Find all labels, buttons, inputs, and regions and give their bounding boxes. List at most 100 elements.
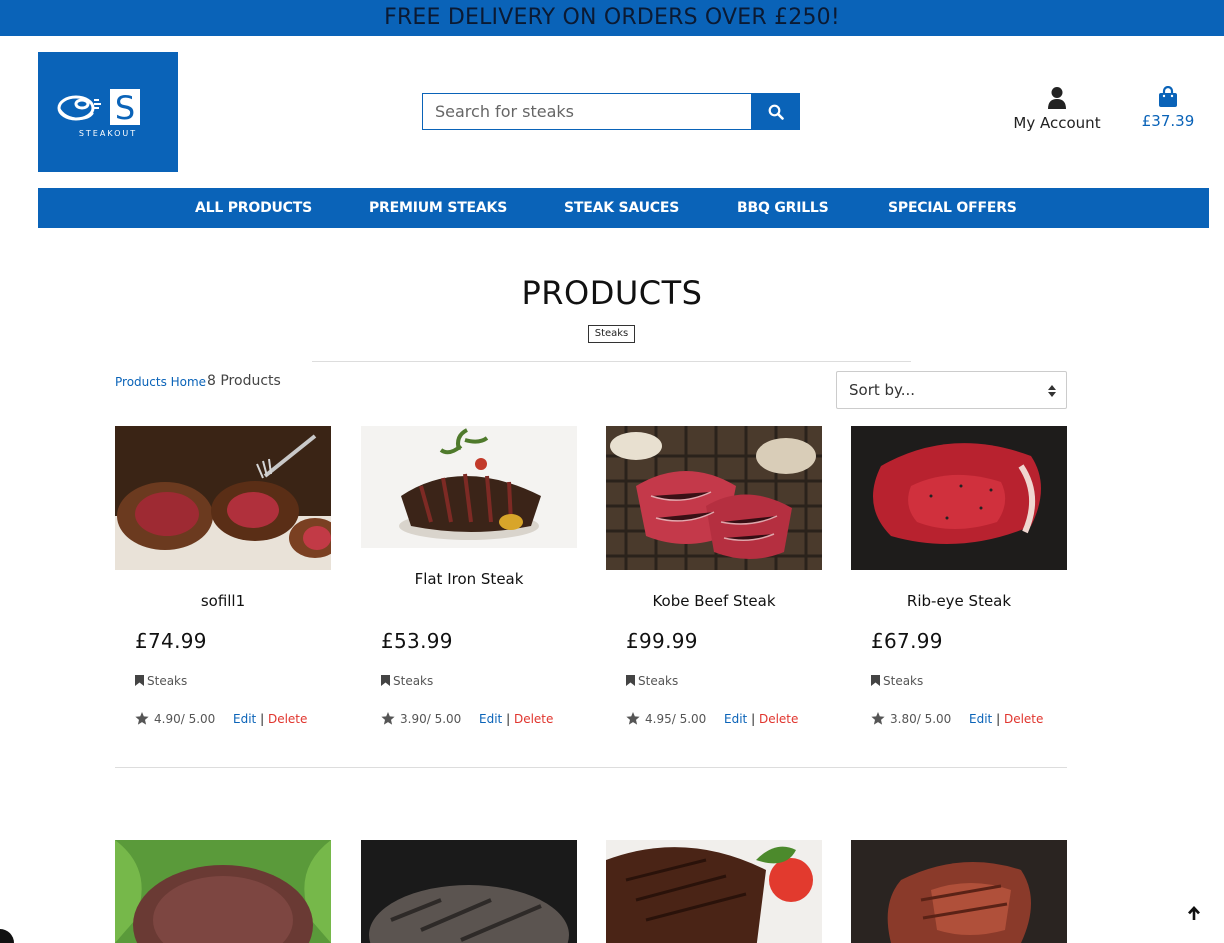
- product-actions: Edit | Delete: [479, 712, 553, 726]
- star-icon: [871, 712, 885, 725]
- product-rating: 3.90/ 5.00: [381, 712, 461, 726]
- search-input[interactable]: [422, 93, 752, 130]
- corner-decoration: [0, 929, 14, 943]
- product-image-graphic: [361, 426, 577, 548]
- nav-premium-steaks[interactable]: PREMIUM STEAKS: [369, 188, 507, 228]
- edit-link[interactable]: Edit: [969, 712, 992, 726]
- nav-special-offers[interactable]: SPECIAL OFFERS: [888, 188, 1017, 228]
- product-card: [115, 840, 331, 943]
- product-name[interactable]: Kobe Beef Steak: [606, 592, 822, 610]
- edit-link[interactable]: Edit: [479, 712, 502, 726]
- product-price: £67.99: [871, 629, 943, 653]
- bookmark-icon: [381, 675, 390, 686]
- product-category-label: Steaks: [883, 674, 924, 688]
- product-category-label: Steaks: [638, 674, 679, 688]
- steak-logo-icon: S: [57, 89, 140, 127]
- my-account-label: My Account: [1013, 114, 1101, 132]
- star-icon: [381, 712, 395, 725]
- product-count: 8 Products: [207, 373, 281, 389]
- sort-select[interactable]: Sort by...: [836, 371, 1067, 409]
- product-category[interactable]: Steaks: [381, 674, 433, 688]
- product-actions: Edit | Delete: [969, 712, 1043, 726]
- product-image-graphic: [115, 840, 331, 943]
- product-category[interactable]: Steaks: [871, 674, 923, 688]
- product-rating-value: 4.90/ 5.00: [154, 712, 216, 726]
- nav-steak-sauces[interactable]: STEAK SAUCES: [564, 188, 679, 228]
- product-rating: 4.90/ 5.00: [135, 712, 215, 726]
- product-card: Flat Iron Steak £53.99 Steaks 3.90/ 5.00…: [361, 426, 577, 746]
- product-name[interactable]: sofill1: [115, 592, 331, 610]
- product-name[interactable]: Rib-eye Steak: [851, 592, 1067, 610]
- product-rating: 4.95/ 5.00: [626, 712, 706, 726]
- back-to-top-button[interactable]: [1180, 899, 1208, 927]
- product-card: [606, 840, 822, 943]
- nav-bbq-grills[interactable]: BBQ GRILLS: [737, 188, 829, 228]
- cart-total: £37.39: [1141, 112, 1195, 130]
- promo-banner: FREE DELIVERY ON ORDERS OVER £250!: [0, 0, 1224, 36]
- shopping-bag-icon: [1159, 86, 1177, 107]
- delete-link[interactable]: Delete: [759, 712, 798, 726]
- divider: [312, 361, 911, 362]
- product-card: Rib-eye Steak £67.99 Steaks 3.80/ 5.00 E…: [851, 426, 1067, 746]
- product-image[interactable]: [851, 840, 1067, 943]
- bookmark-icon: [135, 675, 144, 686]
- action-separator: |: [506, 712, 511, 726]
- product-price: £53.99: [381, 629, 453, 653]
- product-card: Kobe Beef Steak £99.99 Steaks 4.95/ 5.00…: [606, 426, 822, 746]
- sort-select-value: Sort by...: [849, 381, 916, 399]
- product-category-label: Steaks: [393, 674, 434, 688]
- product-actions: Edit | Delete: [233, 712, 307, 726]
- user-icon: [1048, 87, 1066, 109]
- action-separator: |: [996, 712, 1001, 726]
- edit-link[interactable]: Edit: [233, 712, 256, 726]
- product-image[interactable]: [361, 426, 577, 548]
- product-category[interactable]: Steaks: [626, 674, 678, 688]
- product-image[interactable]: [115, 840, 331, 943]
- nav-all-products[interactable]: ALL PRODUCTS: [195, 188, 312, 228]
- product-image[interactable]: [361, 840, 577, 943]
- delete-link[interactable]: Delete: [268, 712, 307, 726]
- product-image[interactable]: [606, 840, 822, 943]
- product-card: [361, 840, 577, 943]
- main-nav: ALL PRODUCTS PREMIUM STEAKS STEAK SAUCES…: [38, 188, 1209, 228]
- product-category[interactable]: Steaks: [135, 674, 187, 688]
- row-divider: [115, 767, 1067, 768]
- star-icon: [626, 712, 640, 725]
- product-image-graphic: [361, 840, 577, 943]
- my-account-link[interactable]: My Account: [1008, 86, 1106, 132]
- arrow-up-icon: [1188, 906, 1200, 920]
- logo-letter: S: [115, 89, 135, 127]
- action-separator: |: [260, 712, 265, 726]
- product-category-label: Steaks: [147, 674, 188, 688]
- product-actions: Edit | Delete: [724, 712, 798, 726]
- product-rating: 3.80/ 5.00: [871, 712, 951, 726]
- action-separator: |: [751, 712, 756, 726]
- product-card: [851, 840, 1067, 943]
- product-price: £74.99: [135, 629, 207, 653]
- delete-link[interactable]: Delete: [514, 712, 553, 726]
- product-rating-value: 4.95/ 5.00: [645, 712, 707, 726]
- search-icon: [768, 104, 784, 120]
- product-image-graphic: [851, 426, 1067, 570]
- product-price: £99.99: [626, 629, 698, 653]
- delete-link[interactable]: Delete: [1004, 712, 1043, 726]
- product-image-graphic: [115, 426, 331, 570]
- product-image[interactable]: [115, 426, 331, 570]
- breadcrumb-products-home[interactable]: Products Home: [115, 373, 206, 391]
- cart-link[interactable]: £37.39: [1138, 86, 1198, 130]
- logo-brand-text: STEAKOUT: [78, 129, 138, 138]
- star-icon: [135, 712, 149, 725]
- product-rating-value: 3.90/ 5.00: [400, 712, 462, 726]
- edit-link[interactable]: Edit: [724, 712, 747, 726]
- product-image-graphic: [606, 840, 822, 943]
- product-image[interactable]: [606, 426, 822, 570]
- product-image-graphic: [851, 840, 1067, 943]
- product-image[interactable]: [851, 426, 1067, 570]
- sort-arrows-icon: [1048, 385, 1056, 397]
- category-tag[interactable]: Steaks: [588, 325, 635, 343]
- search-button[interactable]: [752, 93, 800, 130]
- page-title: PRODUCTS: [521, 274, 703, 312]
- product-card: sofill1 £74.99 Steaks 4.90/ 5.00 Edit | …: [115, 426, 331, 746]
- logo[interactable]: S STEAKOUT: [38, 52, 178, 172]
- product-name[interactable]: Flat Iron Steak: [361, 570, 577, 588]
